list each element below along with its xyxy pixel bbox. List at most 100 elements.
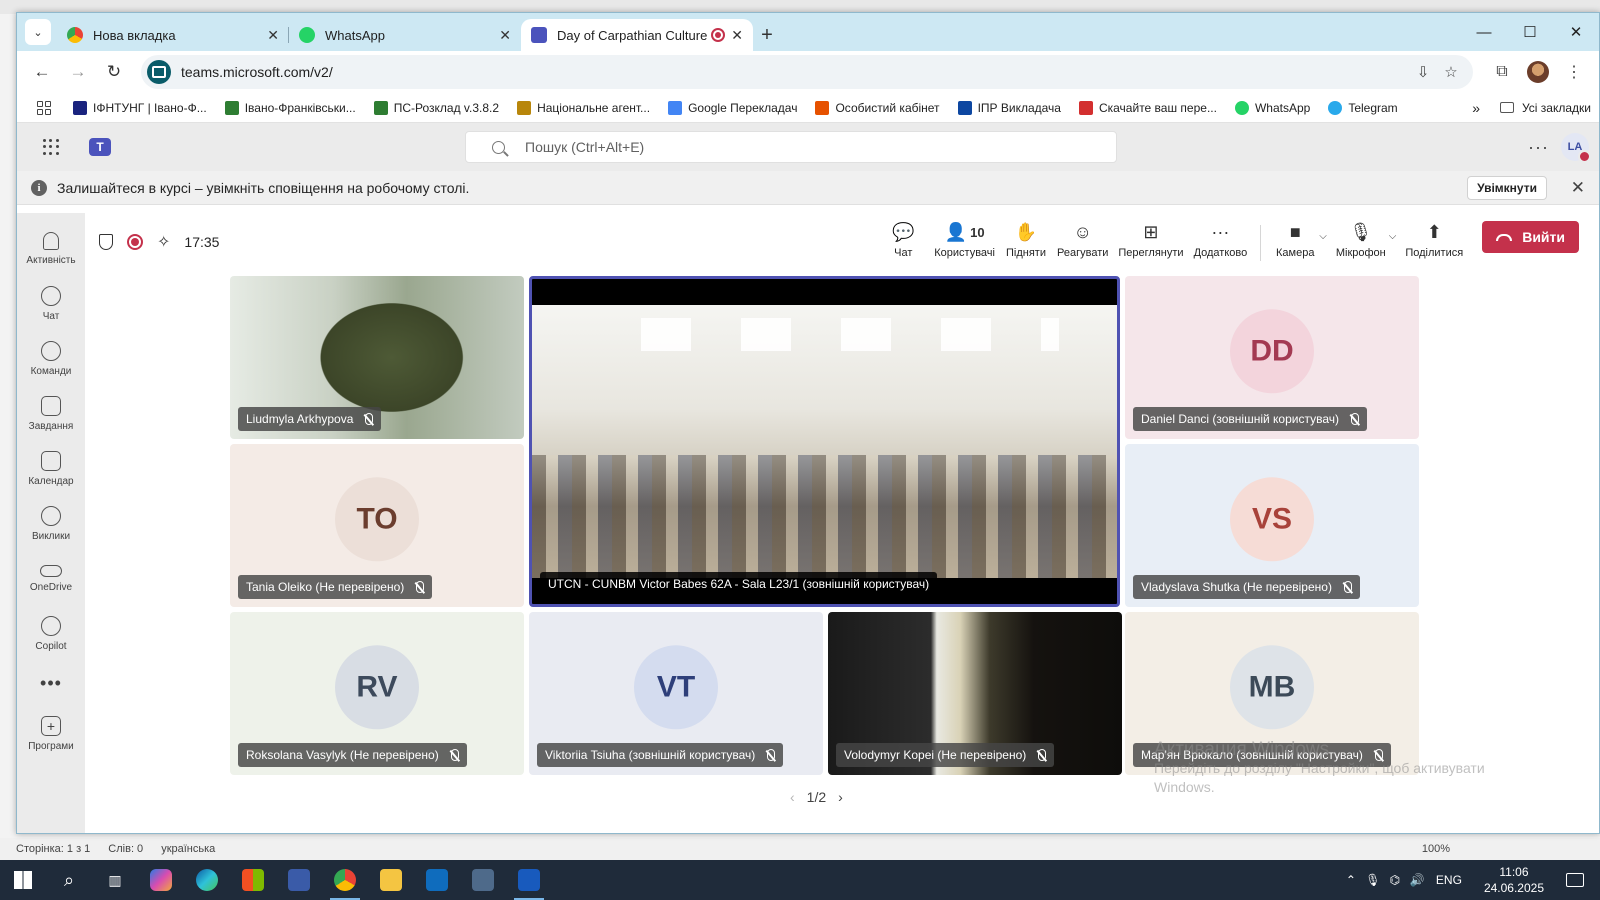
- tab-whatsapp[interactable]: WhatsApp ✕: [289, 19, 521, 51]
- avatar[interactable]: LA: [1561, 133, 1591, 163]
- participant-tile[interactable]: RV Roksolana Vasylyk (Не перевірено): [230, 612, 524, 775]
- language-indicator[interactable]: ENG: [1436, 873, 1462, 887]
- bookmark-item[interactable]: Івано-Франківськи...: [224, 100, 356, 115]
- chevron-down-icon[interactable]: ⌵: [1319, 231, 1327, 242]
- chevron-down-icon[interactable]: ⌵: [1389, 231, 1397, 242]
- install-app-icon[interactable]: ⇩: [1409, 58, 1437, 86]
- more-actions-button[interactable]: ··· Додатково: [1189, 219, 1253, 260]
- close-icon[interactable]: ✕: [499, 27, 511, 44]
- new-tab-button[interactable]: +: [753, 19, 781, 51]
- chevron-up-icon[interactable]: ⌃: [1340, 873, 1362, 887]
- rail-more-icon[interactable]: •••: [40, 673, 62, 694]
- volume-icon[interactable]: 🔊: [1406, 873, 1428, 887]
- participant-tile[interactable]: VT Viktoriia Tsiuha (зовнішній користува…: [529, 612, 823, 775]
- taskbar-copilot[interactable]: [138, 860, 184, 900]
- taskbar-chrome[interactable]: [322, 860, 368, 900]
- bookmark-item[interactable]: WhatsApp: [1234, 100, 1310, 115]
- bookmark-item[interactable]: Особистий кабінет: [815, 100, 940, 115]
- participant-tile[interactable]: Volodymyr Kopei (Не перевірено): [828, 612, 1122, 775]
- taskbar-save[interactable]: [276, 860, 322, 900]
- tab-new-tab[interactable]: Нова вкладка ✕: [57, 19, 289, 51]
- rail-item-calendar[interactable]: Календар: [21, 441, 81, 496]
- chevron-right-icon[interactable]: ›: [838, 789, 843, 805]
- windows-logo-icon: [14, 871, 32, 889]
- bookmark-item[interactable]: Google Перекладач: [668, 100, 797, 115]
- tab-strip: ⌄ Нова вкладка ✕ WhatsApp ✕ Day of Carpa…: [17, 13, 1599, 51]
- network-icon[interactable]: ⌬: [1384, 873, 1406, 887]
- site-info-icon[interactable]: [147, 60, 171, 84]
- tab-search-button[interactable]: ⌄: [25, 19, 51, 45]
- apps-icon[interactable]: [37, 100, 51, 115]
- info-icon: i: [31, 179, 47, 196]
- search-taskbar-button[interactable]: ⌕: [46, 860, 92, 900]
- chevron-left-icon[interactable]: ‹: [790, 789, 795, 805]
- task-view-button[interactable]: ▥: [92, 860, 138, 900]
- microphone-button[interactable]: 🎙 Мікрофон: [1331, 219, 1391, 260]
- bookmark-star-icon[interactable]: ☆: [1437, 58, 1465, 86]
- bookmark-item[interactable]: Telegram: [1328, 100, 1398, 115]
- whatsapp-icon: [299, 27, 315, 43]
- participant-tile[interactable]: MB Мар'ян Врюкало (зовнішній користувач): [1125, 612, 1419, 775]
- forward-icon[interactable]: →: [63, 57, 93, 87]
- camera-button[interactable]: ■ Камера: [1269, 219, 1321, 260]
- maximize-icon[interactable]: ☐: [1507, 13, 1553, 51]
- minimize-icon[interactable]: —: [1461, 13, 1507, 51]
- microphone-icon[interactable]: 🎙: [1362, 873, 1384, 887]
- bookmark-item[interactable]: ПС-Розклад v.3.8.2: [373, 100, 499, 115]
- close-window-icon[interactable]: ✕: [1553, 13, 1599, 51]
- rail-item-tasks[interactable]: Завдання: [21, 386, 81, 441]
- rail-item-calls[interactable]: Виклики: [21, 496, 81, 551]
- url-text[interactable]: teams.microsoft.com/v2/: [181, 64, 1409, 80]
- meeting-chat-button[interactable]: 💬 Чат: [877, 219, 929, 260]
- rail-item-chat[interactable]: Чат: [21, 276, 81, 331]
- participant-tile[interactable]: DD Daniel Danci (зовнішній користувач): [1125, 276, 1419, 439]
- rail-item-apps[interactable]: + Програми: [21, 706, 81, 761]
- reload-icon[interactable]: ↻: [99, 57, 129, 87]
- participant-tile[interactable]: TO Tania Oleiko (Не перевірено): [230, 444, 524, 607]
- share-button[interactable]: ⬆ Поділитися: [1400, 219, 1468, 260]
- leave-button[interactable]: Вийти: [1482, 221, 1579, 253]
- rail-item-teams[interactable]: Команди: [21, 331, 81, 386]
- close-icon[interactable]: ✕: [1571, 178, 1585, 198]
- close-icon[interactable]: ✕: [267, 27, 279, 44]
- taskbar-word[interactable]: [506, 860, 552, 900]
- browser-menu-icon[interactable]: ⋮: [1559, 57, 1589, 87]
- all-bookmarks-button[interactable]: Усі закладки: [1499, 101, 1591, 115]
- view-button[interactable]: ⊞ Переглянути: [1113, 219, 1188, 260]
- rail-item-copilot[interactable]: Copilot: [21, 606, 81, 661]
- taskbar-clock[interactable]: 11:06 24.06.2025: [1484, 864, 1544, 896]
- bookmark-item[interactable]: ІПР Викладача: [957, 100, 1061, 115]
- extensions-icon[interactable]: ⧉: [1487, 57, 1517, 87]
- app-launcher-icon[interactable]: [43, 139, 59, 155]
- taskbar-calculator[interactable]: [460, 860, 506, 900]
- start-button[interactable]: [0, 860, 46, 900]
- taskbar-outlook[interactable]: [414, 860, 460, 900]
- tab-teams-meeting[interactable]: Day of Carpathian Culture С ✕: [521, 19, 753, 51]
- more-options-icon[interactable]: ···: [1528, 137, 1549, 158]
- bookmark-item[interactable]: Скачайте ваш пере...: [1078, 100, 1217, 115]
- participant-tile-spotlight[interactable]: UTCN - CUNBM Victor Babes 62A - Sala L23…: [529, 276, 1120, 607]
- close-icon[interactable]: ✕: [731, 27, 743, 44]
- bookmarks-overflow-button[interactable]: »: [1472, 100, 1480, 116]
- address-bar[interactable]: teams.microsoft.com/v2/ ⇩ ☆: [141, 55, 1473, 89]
- profile-avatar[interactable]: [1523, 57, 1553, 87]
- copilot-icon: [150, 869, 172, 891]
- meeting-people-button[interactable]: 👤 10 Користувачі: [929, 219, 1000, 260]
- taskbar-edge[interactable]: [184, 860, 230, 900]
- react-button[interactable]: ☺ Реагувати: [1052, 219, 1113, 260]
- taskbar-store[interactable]: [230, 860, 276, 900]
- back-icon[interactable]: ←: [27, 57, 57, 87]
- search-input[interactable]: Пошук (Ctrl+Alt+E): [465, 131, 1117, 163]
- rail-item-activity[interactable]: Активність: [21, 221, 81, 276]
- notifications-icon[interactable]: [1566, 873, 1584, 887]
- enable-notifications-button[interactable]: Увімкнути: [1467, 176, 1547, 200]
- rail-item-onedrive[interactable]: OneDrive: [21, 551, 81, 606]
- avatar: VT: [634, 644, 718, 729]
- participant-tile[interactable]: VS Vladyslava Shutka (Не перевірено): [1125, 444, 1419, 607]
- word-zoom[interactable]: 100%: [1422, 843, 1450, 855]
- bookmark-item[interactable]: ІФНТУНГ | Івано-Ф...: [73, 100, 207, 115]
- bookmark-item[interactable]: Національне агент...: [517, 100, 650, 115]
- raise-hand-button[interactable]: ✋ Підняти: [1000, 219, 1052, 260]
- participant-tile[interactable]: Liudmyla Arkhypova: [230, 276, 524, 439]
- taskbar-explorer[interactable]: [368, 860, 414, 900]
